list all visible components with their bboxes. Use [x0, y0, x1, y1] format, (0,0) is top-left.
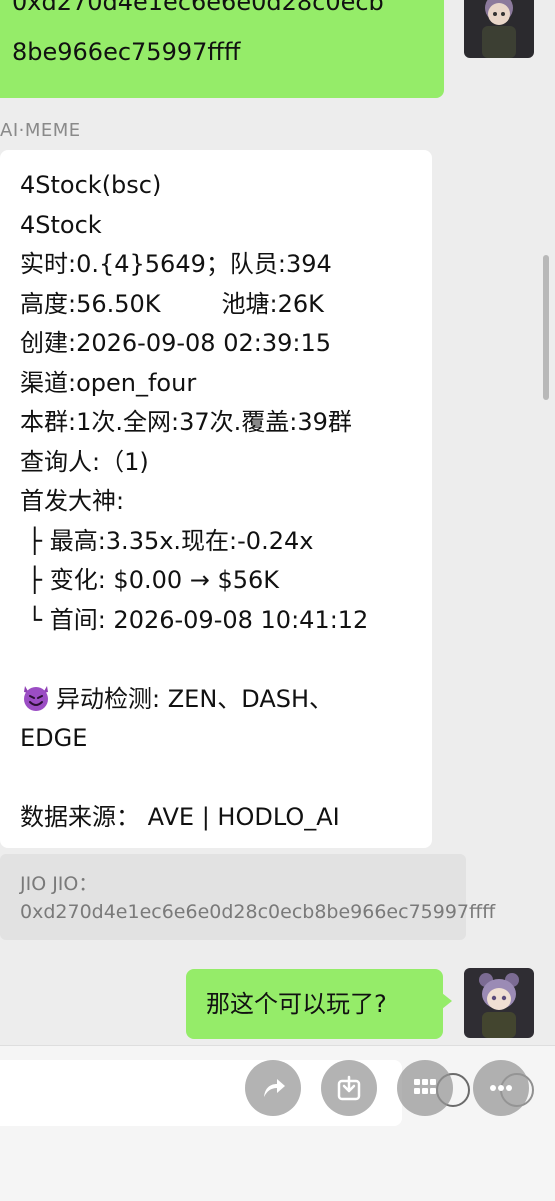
avatar-image — [464, 0, 534, 58]
message-line: 创建:2026-09-08 02:39:15 — [20, 329, 331, 357]
share-arrow-icon — [264, 1079, 285, 1097]
message-line: 本群:1次.全网:37次.覆盖:39群 — [20, 408, 352, 436]
message-line: 实时:0.{4}5649；队员:394 — [20, 250, 332, 278]
message-line: 渠道:open_four — [20, 368, 197, 397]
message-line: EDGE — [20, 724, 88, 752]
message-line: └ 首间: 2026-09-08 10:41:12 — [20, 605, 369, 634]
message-line: 高度:56.50K 池塘:26K — [20, 289, 324, 318]
outgoing-message-bubble[interactable]: 那这个可以玩了? — [186, 969, 452, 1039]
message-body: 4Stock(bsc) 4Stock 实时:0.{4}5649；队员:394 高度:5… — [20, 166, 430, 838]
more-button[interactable] — [473, 1060, 529, 1116]
message-line: 异动检测: ZEN、DASH、 — [20, 680, 430, 720]
grid-icon — [414, 1079, 436, 1094]
apps-button[interactable] — [397, 1060, 453, 1116]
message-line: 4Stock — [20, 210, 102, 239]
smiling-devil-icon — [24, 685, 48, 711]
message-text: 那这个可以玩了? — [206, 990, 387, 1018]
chat-area: 0xd270d4e1ec6e6e0d28c0ecb 8be966ec75997f… — [0, 0, 555, 1045]
message-line: 4Stock(bsc) — [20, 171, 162, 199]
avatar[interactable] — [464, 968, 534, 1038]
message-line-text: 异动检测: ZEN、DASH、 — [56, 684, 334, 713]
share-button[interactable] — [245, 1060, 301, 1116]
message-line — [20, 759, 430, 799]
message-line: ├ 变化: $0.00 → $56K — [20, 566, 280, 594]
sender-name: AI·MEME — [0, 120, 81, 141]
message-line: 查询人:（1) — [20, 447, 149, 476]
avatar-image — [464, 968, 534, 1038]
more-dots-icon — [490, 1085, 512, 1091]
message-line: 数据来源： AVE | HODLO_AI — [20, 803, 340, 831]
avatar[interactable] — [464, 0, 534, 58]
message-text-line: 8be966ec75997ffff — [12, 38, 241, 66]
download-icon — [337, 1075, 361, 1101]
outgoing-message-bubble[interactable]: 0xd270d4e1ec6e6e0d28c0ecb 8be966ec75997f… — [0, 0, 444, 98]
message-line — [20, 640, 430, 680]
scrollbar[interactable] — [543, 255, 549, 400]
quoted-message-text: JIO JIO：0xd270d4e1ec6e6e0d28c0ecb8be966e… — [20, 873, 496, 923]
message-line: 首发大神: — [20, 487, 125, 515]
message-text-line: 0xd270d4e1ec6e6e0d28c0ecb — [12, 0, 384, 16]
save-button[interactable] — [321, 1060, 377, 1116]
message-line: ├ 最高:3.35x.现在:-0.24x — [20, 526, 314, 555]
